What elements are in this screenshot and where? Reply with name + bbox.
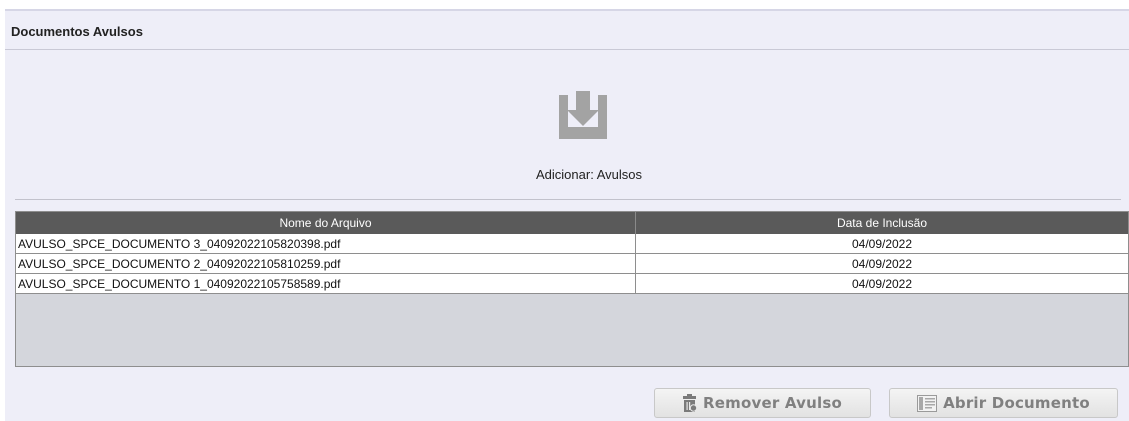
table-row[interactable]: AVULSO_SPCE_DOCUMENTO 3_0409202210582039… xyxy=(16,234,1128,254)
inclusion-date-cell: 04/09/2022 xyxy=(851,276,913,291)
file-name-cell: AVULSO_SPCE_DOCUMENTO 2_0409202210581025… xyxy=(16,254,636,273)
document-icon xyxy=(917,394,938,412)
upload-label: Adicionar: Avulsos xyxy=(536,167,642,182)
documentos-avulsos-panel: Documentos Avulsos Adicionar: Avulsos No… xyxy=(5,9,1129,421)
documents-table: Nome do Arquivo Data de Inclusão AVULSO_… xyxy=(15,211,1129,367)
inclusion-date-cell: 04/09/2022 xyxy=(851,236,913,251)
column-header-nome[interactable]: Nome do Arquivo xyxy=(16,212,636,234)
download-tray-icon xyxy=(559,91,607,139)
file-name-cell: AVULSO_SPCE_DOCUMENTO 1_0409202210575858… xyxy=(16,274,636,293)
remove-avulso-label: Remover Avulso xyxy=(703,394,842,412)
panel-title: Documentos Avulsos xyxy=(11,24,143,39)
file-name-cell: AVULSO_SPCE_DOCUMENTO 3_0409202210582039… xyxy=(16,234,636,253)
table-row[interactable]: AVULSO_SPCE_DOCUMENTO 2_0409202210581025… xyxy=(16,254,1128,274)
add-avulsos-upload[interactable]: Adicionar: Avulsos xyxy=(5,89,1129,189)
inclusion-date-cell: 04/09/2022 xyxy=(851,256,913,271)
title-divider xyxy=(5,49,1129,50)
upload-divider xyxy=(15,199,1121,200)
column-header-data[interactable]: Data de Inclusão xyxy=(636,212,1128,234)
remove-avulso-button[interactable]: Remover Avulso xyxy=(654,388,871,418)
open-document-label: Abrir Documento xyxy=(943,394,1090,412)
table-header: Nome do Arquivo Data de Inclusão xyxy=(16,212,1128,234)
open-document-button[interactable]: Abrir Documento xyxy=(889,388,1118,418)
table-row[interactable]: AVULSO_SPCE_DOCUMENTO 1_0409202210575858… xyxy=(16,274,1128,294)
trash-icon xyxy=(683,394,698,412)
